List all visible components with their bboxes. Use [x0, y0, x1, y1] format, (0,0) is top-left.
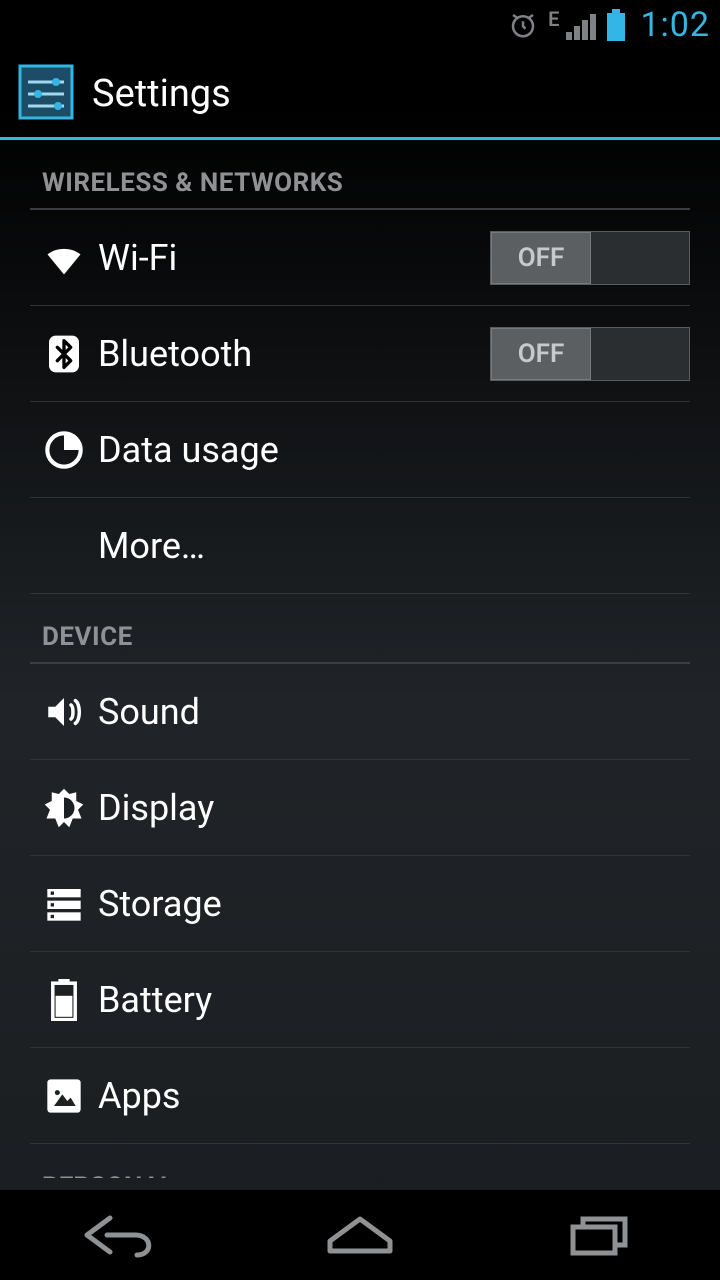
storage-icon: [30, 884, 98, 924]
section-header-wireless: WIRELESS & NETWORKS: [30, 140, 690, 210]
apps-icon: [30, 1076, 98, 1116]
network-type-label: E: [548, 7, 559, 31]
signal-icon: [566, 10, 600, 40]
item-sound-label: Sound: [98, 691, 690, 733]
item-storage[interactable]: Storage: [30, 856, 690, 952]
bluetooth-toggle[interactable]: OFF: [490, 327, 690, 381]
item-apps-label: Apps: [98, 1075, 690, 1117]
item-wifi-label: Wi-Fi: [98, 237, 490, 279]
item-storage-label: Storage: [98, 883, 690, 925]
battery-icon: [606, 9, 626, 41]
item-more[interactable]: More…: [30, 498, 690, 594]
section-header-personal: PERSONAL: [30, 1144, 690, 1178]
item-data-usage[interactable]: Data usage: [30, 402, 690, 498]
data-usage-icon: [30, 430, 98, 470]
battery-item-icon: [30, 979, 98, 1021]
sound-icon: [30, 691, 98, 733]
nav-back-button[interactable]: [0, 1190, 240, 1280]
navigation-bar: [0, 1190, 720, 1280]
wifi-toggle[interactable]: OFF: [490, 231, 690, 285]
item-wifi[interactable]: Wi-Fi OFF: [30, 210, 690, 306]
bluetooth-icon: [30, 334, 98, 374]
wifi-icon: [30, 236, 98, 280]
display-icon: [30, 787, 98, 829]
item-battery[interactable]: Battery: [30, 952, 690, 1048]
item-more-label: More…: [98, 525, 690, 567]
item-display-label: Display: [98, 787, 690, 829]
alarm-icon: [508, 10, 538, 40]
settings-list[interactable]: WIRELESS & NETWORKS Wi-Fi OFF Bluetooth …: [0, 140, 720, 1190]
status-clock: 1:02: [640, 5, 710, 45]
item-bluetooth-label: Bluetooth: [98, 333, 490, 375]
section-header-device: DEVICE: [30, 594, 690, 664]
nav-home-button[interactable]: [240, 1190, 480, 1280]
settings-app-icon: [18, 64, 74, 124]
app-bar-title: Settings: [92, 72, 231, 116]
item-battery-label: Battery: [98, 979, 690, 1021]
app-bar: Settings: [0, 50, 720, 140]
nav-recent-button[interactable]: [480, 1190, 720, 1280]
item-apps[interactable]: Apps: [30, 1048, 690, 1144]
status-bar: E 1:02: [0, 0, 720, 50]
wifi-toggle-state: OFF: [491, 232, 591, 284]
item-display[interactable]: Display: [30, 760, 690, 856]
item-data-usage-label: Data usage: [98, 429, 690, 471]
item-bluetooth[interactable]: Bluetooth OFF: [30, 306, 690, 402]
bluetooth-toggle-state: OFF: [491, 328, 591, 380]
item-sound[interactable]: Sound: [30, 664, 690, 760]
